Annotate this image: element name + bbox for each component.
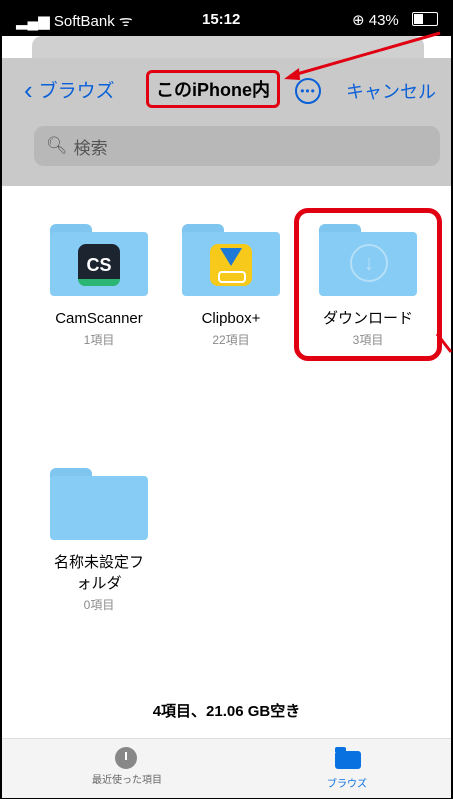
folder-name: Clipbox+ [201, 310, 261, 327]
folder-untitled[interactable]: 名称未設定フ ォルダ 0項目 [44, 468, 154, 613]
cancel-button[interactable]: キャンセル [346, 78, 436, 104]
tab-browse[interactable]: ブラウズ [287, 747, 407, 790]
battery-percent: ⊕ 43% [352, 12, 399, 29]
camscanner-app-icon: CS [78, 244, 120, 286]
folder-icon: CS [50, 224, 148, 296]
search-placeholder: 検索 [73, 138, 108, 158]
folder-icon [50, 468, 148, 540]
folder-name: CamScanner [55, 310, 143, 327]
folder-name: 名称未設定フ ォルダ [53, 554, 144, 592]
carrier-label: ▂▄▆ SoftBank ᯤ [16, 13, 133, 30]
status-bar: ▂▄▆ SoftBank ᯤ 15:12 ⊕ 43% [2, 2, 451, 36]
clock-icon [115, 747, 137, 769]
ellipsis-circle-icon[interactable]: ••• [295, 78, 321, 104]
folder-icon [335, 747, 361, 769]
search-input[interactable]: 🔍︎ 検索 [34, 126, 440, 166]
sheet-background-edge [32, 36, 424, 58]
tab-bar: 最近使った項目 ブラウズ [2, 738, 451, 798]
tab-browse-label: ブラウズ [327, 779, 367, 790]
clipbox-app-icon [210, 244, 252, 286]
annotation-highlight-box [294, 208, 442, 361]
back-label: ブラウズ [38, 81, 115, 102]
status-time: 15:12 [202, 11, 241, 28]
storage-summary: 4項目、21.06 GB空き [152, 703, 301, 720]
folder-icon [182, 224, 280, 296]
battery-icon [412, 12, 438, 26]
tab-recents[interactable]: 最近使った項目 [67, 747, 187, 786]
tab-recents-label: 最近使った項目 [92, 775, 162, 786]
page-title: このiPhone内 [146, 70, 280, 108]
search-icon: 🔍︎ [46, 136, 68, 155]
back-button[interactable]: ‹ ブラウズ [24, 76, 115, 103]
page-title-text: このiPhone内 [155, 80, 270, 100]
chevron-left-icon: ‹ [24, 74, 33, 105]
folder-count: 1項目 [83, 333, 115, 347]
folder-count: 22項目 [212, 333, 250, 347]
folder-count: 0項目 [83, 598, 115, 612]
folder-clipbox[interactable]: Clipbox+ 22項目 [176, 224, 286, 348]
folder-camscanner[interactable]: CS CamScanner 1項目 [44, 224, 154, 348]
